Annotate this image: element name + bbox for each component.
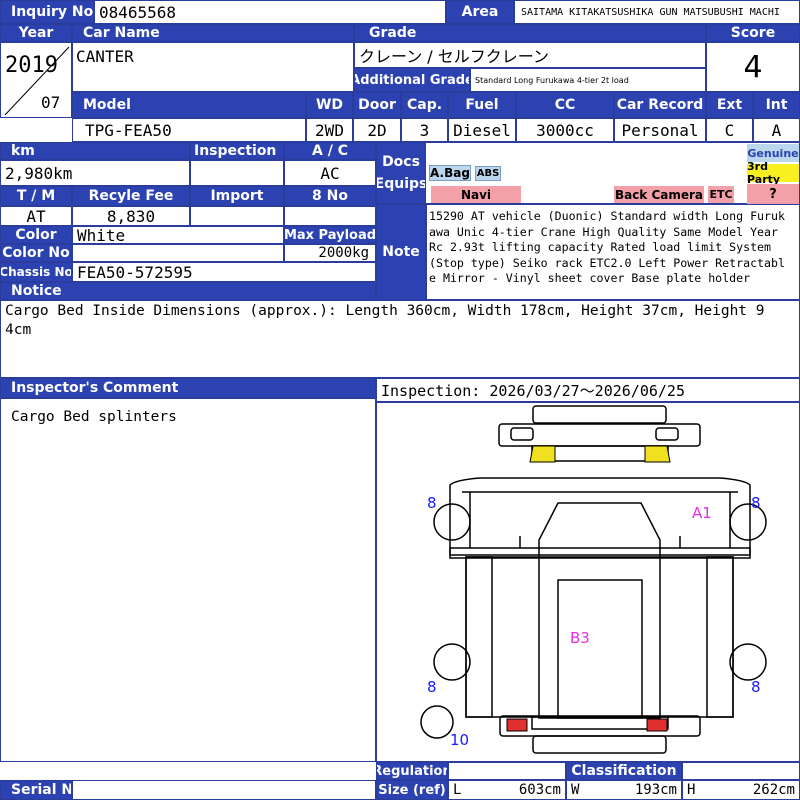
tire-rear-right [729,643,767,681]
height-label: H [687,782,696,798]
mark-b3: B3 [570,629,590,647]
width-label: W [571,782,580,798]
rear-bumper [499,715,701,737]
front-hook-left [510,427,534,441]
taillight-left [506,718,528,732]
serial-no-label: Serial No [0,780,72,800]
regulation-label: Regulation [376,762,448,780]
rear-bumper-bottom [532,735,667,754]
tire-front-left [433,503,471,541]
mark-spare-tire: 10 [450,731,469,749]
boom-section [557,579,643,719]
classification-label: Classification [566,762,682,780]
spare-tire [420,705,454,739]
cargo-bed [465,556,734,718]
mark-tire-rear-left: 8 [427,678,437,696]
classification-value [682,762,800,780]
length-label: L [453,782,462,798]
taillight-right [646,718,668,732]
width-value: 193cm [634,782,677,798]
headlight-right [644,445,671,463]
regulation-value [448,762,566,780]
length-cell: L 603cm [448,780,566,800]
headlight-left [529,445,556,463]
cargo-side-left [465,556,493,718]
mark-tire-rear-right: 8 [751,678,761,696]
mark-tire-front-left: 8 [427,494,437,512]
height-cell: H 262cm [682,780,800,800]
size-ref-label: Size (ref) [376,780,448,800]
mark-a1: A1 [692,504,712,522]
tire-rear-left [433,643,471,681]
length-value: 603cm [518,782,561,798]
front-bumper-top [532,405,667,424]
front-hook-right [655,427,679,441]
serial-no-value [72,780,376,800]
width-cell: W 193cm [566,780,682,800]
vehicle-diagram: 8 8 8 8 10 A1 B3 [420,405,767,754]
cargo-side-right [706,556,734,718]
height-value: 262cm [752,782,795,798]
mark-tire-front-right: 8 [751,494,761,512]
tire-front-right [729,503,767,541]
